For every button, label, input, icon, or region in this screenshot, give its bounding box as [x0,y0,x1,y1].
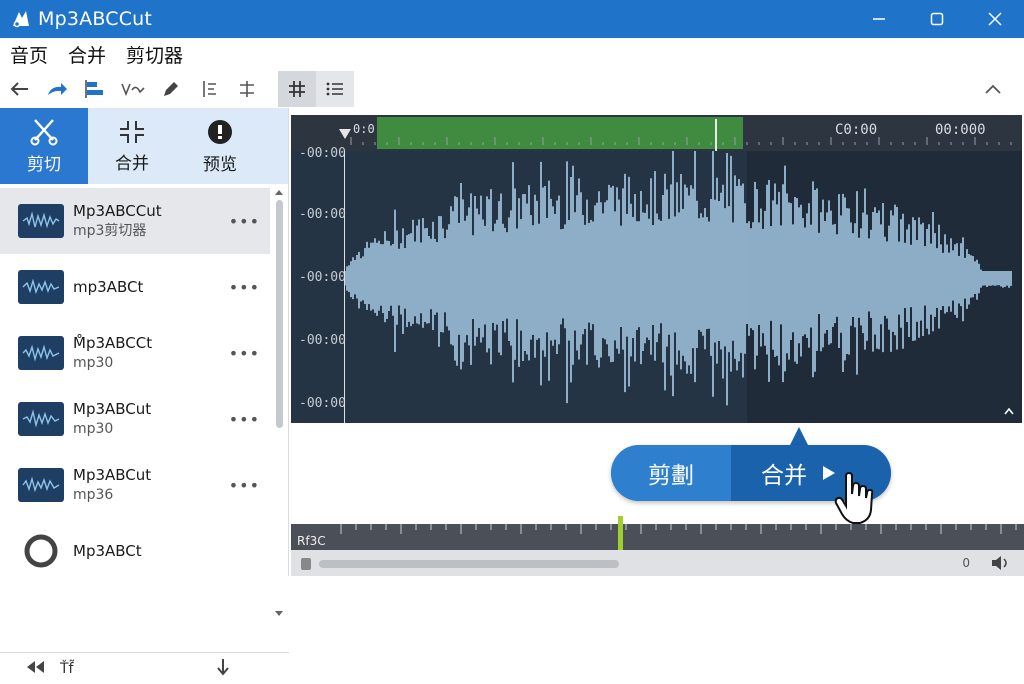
bottom-timeline[interactable]: Rf3C 0 [291,516,1024,576]
amplitude-label: -00:00 [299,396,346,411]
grid-view-button[interactable] [278,71,316,107]
app-logo-icon [8,6,34,32]
pen-icon[interactable] [152,72,190,106]
close-button[interactable] [966,0,1024,38]
scissors-icon [30,118,58,145]
file-list: Mp3ABCCut mp3剪切器 ••• mp3ABCt ••• M̊p3ABCC… [0,188,270,620]
list-item[interactable]: Mp3ABCut mp30 ••• [0,386,270,452]
file-icon [301,558,311,570]
more-options-icon[interactable]: ••• [229,278,260,297]
start-marker-icon[interactable] [339,129,351,139]
file-subtitle: mp36 [73,487,114,503]
undo-button[interactable] [0,72,38,106]
file-name: Mp3ABCCut [73,202,162,220]
trim-button[interactable] [228,72,266,106]
waveform-canvas[interactable]: -00:00 -00:00 -00:00 -00:00 -00:00 [291,146,1022,423]
time-label: 00:000 [935,122,986,138]
time-label: 0:0 [353,122,375,136]
audio-thumbnail-icon [18,336,64,370]
amplitude-label: -00:00 [299,270,346,285]
audio-thumbnail-icon [18,402,64,436]
redo-button[interactable] [38,72,76,106]
scroll-up-icon[interactable] [1004,400,1014,419]
time-label: C0:00 [835,122,878,138]
audio-thumbnail-icon [18,204,64,238]
cut-action-label: 剪劃 [648,463,694,489]
popover-pointer [790,427,808,445]
menu-item-cutter[interactable]: 剪切器 [126,41,183,68]
more-options-icon[interactable]: ••• [229,212,260,231]
file-name: M̊p3ABCCt [73,334,153,352]
bottom-bar-label: Ťf͂ [60,660,74,677]
download-icon[interactable] [215,657,231,681]
tab-cut[interactable]: 剪切 [0,108,88,184]
left-bottom-bar: Ťf͂ [0,652,289,684]
scroll-thumb[interactable] [319,560,619,568]
list-view-button[interactable] [316,71,354,107]
preview-icon [208,119,232,144]
file-name: Mp3ABCt [73,542,142,560]
amplitude-label: -00:00 [299,333,346,348]
timeline-scrollbar[interactable]: 0 [291,550,1024,576]
merge-action-label: 合并 [761,463,807,489]
zoom-indicator-icon: 0 [962,556,970,570]
file-name: Mp3ABCut [73,466,152,484]
timeline-label: Rf3C [297,534,326,548]
merge-icon [120,120,144,143]
list-item[interactable]: Mp3ABCt [0,518,270,584]
time-ruler[interactable]: 0:0 C0:00 00:000 [291,115,1022,151]
menu-item-home[interactable]: 音页 [10,41,48,68]
title-bar: Mp3ABCCut [0,0,1024,38]
minimize-button[interactable] [850,0,908,38]
playhead[interactable] [618,516,623,550]
speaker-icon[interactable] [990,554,1010,576]
list-item[interactable]: M̊p3ABCCt mp30 ••• [0,320,270,386]
more-options-icon[interactable]: ••• [229,476,260,495]
tab-merge[interactable]: 合并 [88,108,176,184]
toolbar [0,70,1024,108]
list-item[interactable]: mp3ABCt ••• [0,254,270,320]
list-item[interactable]: Mp3ABCut mp36 ••• [0,452,270,518]
cut-action-button[interactable]: 剪劃 [611,445,731,501]
tab-preview[interactable]: 预览 [176,108,264,184]
more-options-icon[interactable]: ••• [229,344,260,363]
file-name: mp3ABCt [73,278,144,296]
file-list-scrollbar[interactable] [272,188,286,628]
tab-cut-label: 剪切 [27,154,61,175]
file-name: Mp3ABCut [73,400,152,418]
align-left-button[interactable] [76,72,114,106]
more-options-icon[interactable]: ••• [229,410,260,429]
amplitude-label: -00:00 [299,146,346,161]
menu-bar: 音页 合并 剪切器 [0,38,1024,70]
selection-end-handle[interactable] [715,119,717,151]
audio-thumbnail-icon [18,270,64,304]
file-subtitle: mp3剪切器 [73,223,147,239]
split-button[interactable] [190,72,228,106]
window-title: Mp3ABCCut [38,8,153,30]
menu-item-merge[interactable]: 合并 [68,41,106,68]
rewind-icon[interactable] [24,658,46,680]
collapse-chevron-icon[interactable] [974,72,1012,106]
fade-button[interactable] [114,72,152,106]
hand-cursor-icon [834,471,874,530]
tab-preview-label: 预览 [203,154,237,175]
file-subtitle: mp30 [73,421,114,437]
waveform-panel[interactable]: 0:0 C0:00 00:000 -00:00 -00:00 -00:00 -0… [291,115,1022,423]
left-panel: 剪切 合并 预览 Mp3ABCCut mp3剪切器 ••• mp3ABCt •••… [0,108,289,684]
list-item[interactable]: Mp3ABCCut mp3剪切器 ••• [0,188,270,254]
disc-icon [18,534,64,568]
file-subtitle: mp30 [73,355,114,371]
bottom-ruler[interactable]: Rf3C [291,516,1024,550]
amplitude-label: -00:00 [299,207,346,222]
maximize-button[interactable] [908,0,966,38]
audio-thumbnail-icon [18,468,64,502]
playhead-start-line [344,151,345,423]
tab-merge-label: 合并 [115,153,149,174]
mode-tabs: 剪切 合并 预览 [0,108,288,184]
